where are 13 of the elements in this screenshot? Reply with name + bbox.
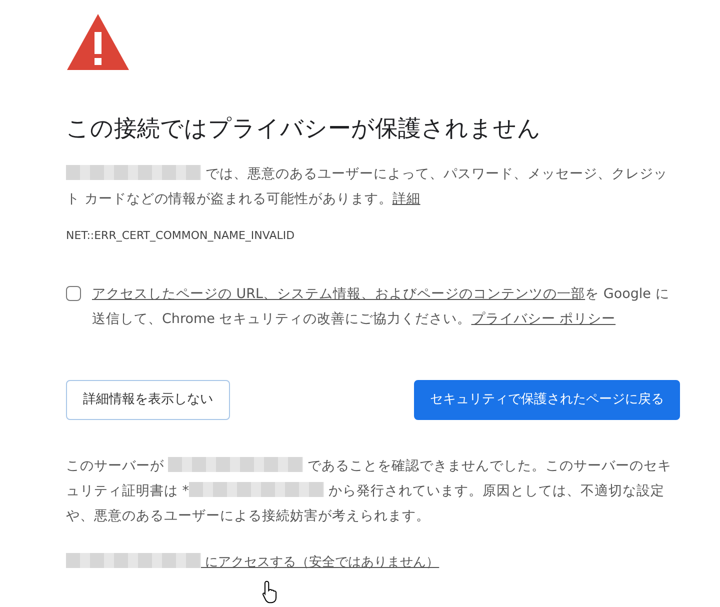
details-link[interactable]: 詳細 <box>392 190 420 207</box>
back-to-safety-button[interactable]: セキュリティで保護されたページに戻る <box>414 380 680 420</box>
report-details-link[interactable]: アクセスしたページの URL、システム情報、およびページのコンテンツの一部 <box>92 286 586 302</box>
page-heading: この接続ではプライバシーが保護されません <box>66 116 542 144</box>
hide-details-button[interactable]: 詳細情報を表示しない <box>66 380 230 420</box>
warning-message: では、悪意のあるユーザーによって、パスワード、メッセージ、クレジット カードなどの情報が盗まれる可能性があります。詳細 <box>66 164 668 209</box>
details-message: このサーバーが であることを確認できませんでした。このサーバーのセキュリティ証明書は * から発行されています。原因としては、不適切な設定や、悪意のあるユーザーによる接続妨害が考えられます。 <box>66 456 673 526</box>
error-code: NET::ERR_CERT_COMMON_NAME_INVALID <box>66 228 296 244</box>
pointer-cursor-icon <box>262 580 279 604</box>
report-checkbox[interactable] <box>66 286 81 302</box>
report-consent-text: アクセスしたページの URL、システム情報、およびページのコンテンツの一部を Google に送信して、Chrome セキュリティの改善にご協力ください。プライバシー ポリシー <box>92 285 670 330</box>
privacy-policy-link[interactable]: プライバシー ポリシー <box>471 311 616 328</box>
warning-icon <box>66 12 130 72</box>
